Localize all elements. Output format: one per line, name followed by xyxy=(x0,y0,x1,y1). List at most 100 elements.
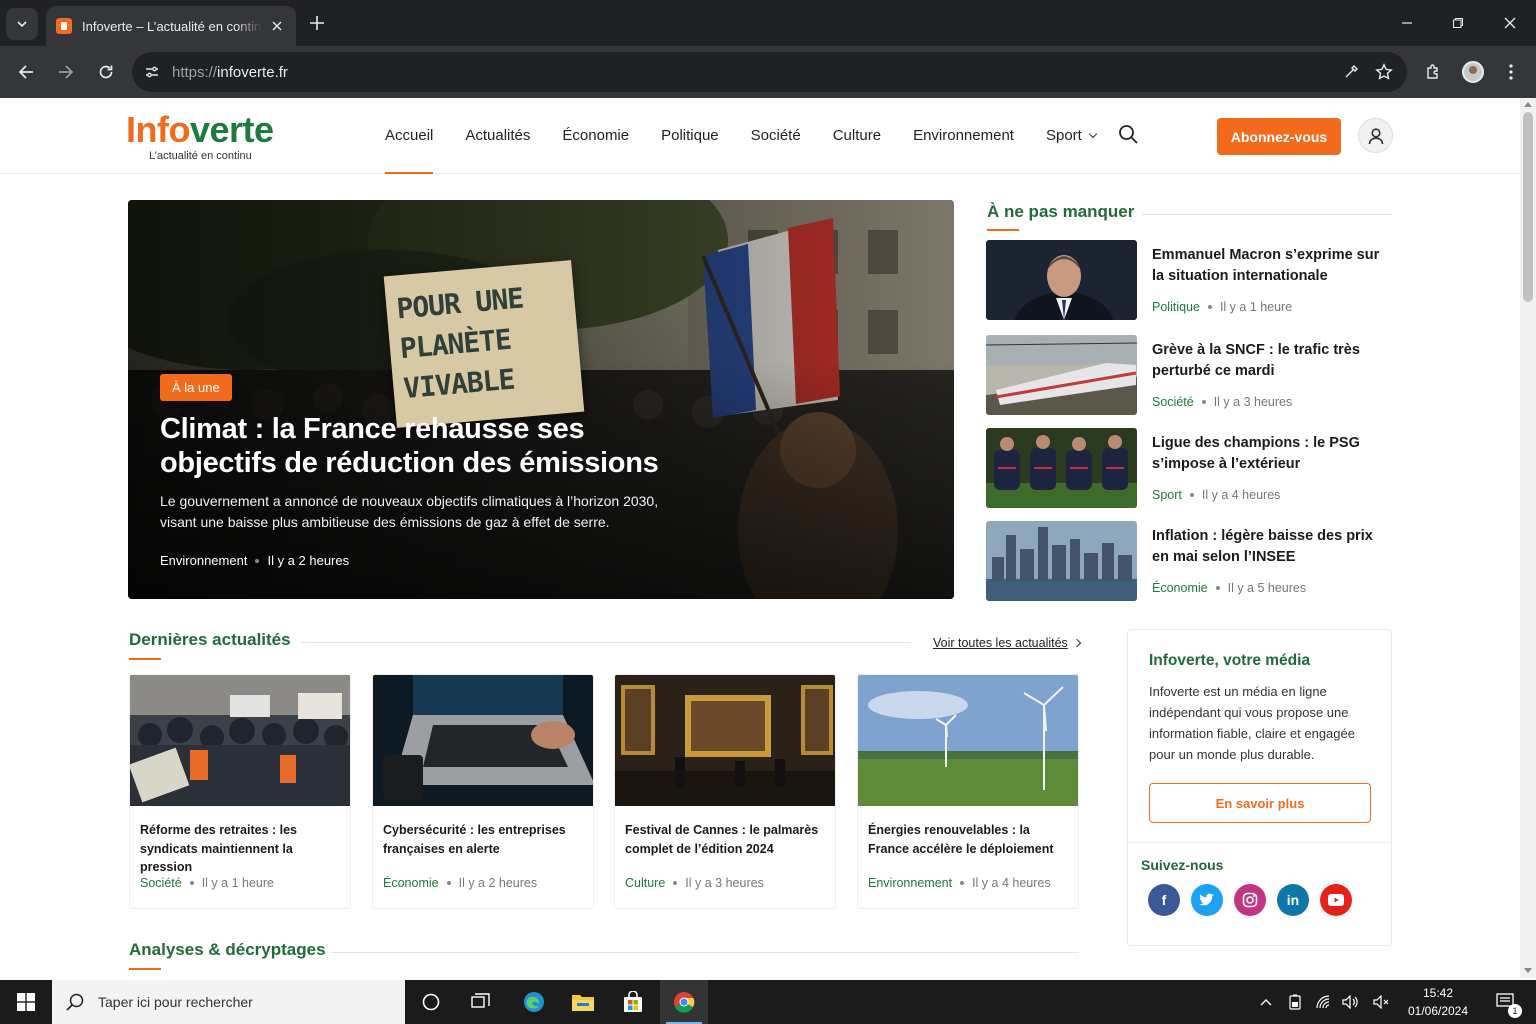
taskbar-search-placeholder: Taper ici pour rechercher xyxy=(98,994,253,1010)
linkedin-icon[interactable]: in xyxy=(1277,884,1309,916)
nav-accueil[interactable]: Accueil xyxy=(385,98,434,174)
about-title: Infoverte, votre média xyxy=(1149,652,1311,669)
must-read-category[interactable]: Économie xyxy=(1152,581,1208,595)
window-close-icon[interactable] xyxy=(1490,6,1530,40)
section-underline xyxy=(129,968,161,970)
must-read-title-text[interactable]: Grève à la SNCF : le trafic très perturb… xyxy=(1152,340,1388,382)
scrollbar-thumb[interactable] xyxy=(1523,112,1533,302)
tab-close-icon[interactable] xyxy=(268,17,286,35)
site-logo[interactable]: Infoverte L’actualité en continu xyxy=(126,109,274,163)
cortana-icon[interactable] xyxy=(407,980,455,1024)
news-card-category[interactable]: Société xyxy=(140,876,182,890)
must-read-item[interactable]: Ligue des champions : le PSG s’impose à … xyxy=(986,428,1392,510)
user-account-icon[interactable] xyxy=(1358,118,1393,153)
separator-dot xyxy=(673,881,678,885)
nav-actualites[interactable]: Actualités xyxy=(465,98,530,174)
news-card-title[interactable]: Festival de Cannes : le palmarès complet… xyxy=(625,821,830,858)
must-read-thumbnail xyxy=(986,428,1137,508)
browser-tab[interactable]: Infoverte – L’actualité en continu xyxy=(46,6,296,46)
news-card[interactable]: Cybersécurité : les entreprises français… xyxy=(372,674,594,909)
section-rule xyxy=(331,952,1079,953)
news-card-category[interactable]: Économie xyxy=(383,876,439,890)
facebook-icon[interactable]: f xyxy=(1148,884,1180,916)
must-read-category[interactable]: Politique xyxy=(1152,300,1200,314)
notification-center-icon[interactable]: 1 xyxy=(1486,980,1526,1024)
news-card-title[interactable]: Cybersécurité : les entreprises français… xyxy=(383,821,588,858)
new-tab-plus-icon[interactable] xyxy=(304,10,330,36)
search-icon[interactable] xyxy=(1118,124,1142,148)
task-view-icon[interactable] xyxy=(457,980,505,1024)
news-card-time: Il y a 3 heures xyxy=(685,876,764,890)
taskbar-search[interactable]: Taper ici pour rechercher xyxy=(52,980,405,1024)
site-header: Infoverte L’actualité en continu Accueil… xyxy=(0,98,1520,174)
see-all-label: Voir toutes les actualités xyxy=(933,636,1068,650)
must-read-category[interactable]: Sport xyxy=(1152,488,1182,502)
eyedropper-icon[interactable] xyxy=(1339,60,1363,84)
must-read-title-text[interactable]: Inflation : légère baisse des prix en ma… xyxy=(1152,526,1388,568)
windows-start-icon[interactable] xyxy=(0,980,52,1024)
taskbar-clock[interactable]: 15:42 01/06/2024 xyxy=(1400,984,1476,1020)
must-read-item[interactable]: Inflation : légère baisse des prix en ma… xyxy=(986,521,1392,603)
minimize-icon[interactable] xyxy=(1387,6,1427,40)
restore-icon[interactable] xyxy=(1438,6,1478,40)
wifi-icon[interactable] xyxy=(1312,980,1334,1024)
address-bar[interactable]: https://infoverte.fr xyxy=(132,52,1407,92)
reload-icon[interactable] xyxy=(90,56,122,88)
forward-arrow-icon[interactable] xyxy=(50,56,82,88)
must-read-title: À ne pas manquer xyxy=(987,202,1135,221)
hero-time: Il y a 2 heures xyxy=(267,553,350,568)
news-card[interactable]: Réforme des retraites : les syndicats ma… xyxy=(129,674,351,909)
browser-tabstrip: Infoverte – L’actualité en continu xyxy=(0,0,1536,46)
tray-chevron-up-icon[interactable] xyxy=(1256,980,1276,1024)
scroll-up-icon[interactable] xyxy=(1524,102,1532,107)
chevron-right-icon xyxy=(1072,638,1082,648)
edge-browser-icon[interactable] xyxy=(510,980,558,1024)
volume-icon[interactable] xyxy=(1340,980,1362,1024)
news-card-title[interactable]: Réforme des retraites : les syndicats ma… xyxy=(140,821,345,877)
news-card[interactable]: Festival de Cannes : le palmarès complet… xyxy=(614,674,836,909)
speaker-icon[interactable] xyxy=(1370,980,1392,1024)
news-card[interactable]: Énergies renouvelables : la France accél… xyxy=(857,674,1079,909)
site-settings-icon[interactable] xyxy=(144,64,160,80)
page-scrollbar[interactable] xyxy=(1520,98,1536,978)
nav-societe[interactable]: Société xyxy=(751,98,801,174)
chevron-down-icon xyxy=(1088,129,1098,139)
news-card-category[interactable]: Culture xyxy=(625,876,665,890)
browser-toolbar: https://infoverte.fr xyxy=(0,46,1536,98)
hero-category[interactable]: Environnement xyxy=(160,553,247,568)
nav-economie[interactable]: Économie xyxy=(562,98,629,174)
see-all-news-link[interactable]: Voir toutes les actualités xyxy=(933,636,1082,650)
file-explorer-icon[interactable] xyxy=(559,980,607,1024)
must-read-category[interactable]: Société xyxy=(1152,395,1194,409)
youtube-icon[interactable] xyxy=(1320,884,1352,916)
tab-search-button[interactable] xyxy=(6,8,38,40)
nav-culture[interactable]: Culture xyxy=(833,98,881,174)
microsoft-store-icon[interactable] xyxy=(609,980,657,1024)
chrome-icon[interactable] xyxy=(660,980,708,1024)
separator-dot xyxy=(1207,305,1212,309)
browser-menu-icon[interactable] xyxy=(1497,58,1525,86)
must-read-title-text[interactable]: Ligue des champions : le PSG s’impose à … xyxy=(1152,433,1388,475)
back-arrow-icon[interactable] xyxy=(10,56,42,88)
news-card-category[interactable]: Environnement xyxy=(868,876,952,890)
must-read-item[interactable]: Emmanuel Macron s’exprime sur la situati… xyxy=(986,240,1392,322)
nav-environnement[interactable]: Environnement xyxy=(913,98,1014,174)
hero-title[interactable]: Climat : la France rehausse ses objectif… xyxy=(160,412,680,480)
must-read-title-text[interactable]: Emmanuel Macron s’exprime sur la situati… xyxy=(1152,245,1388,287)
nav-politique[interactable]: Politique xyxy=(661,98,719,174)
extensions-icon[interactable] xyxy=(1420,58,1448,86)
profile-avatar-icon[interactable] xyxy=(1459,58,1487,86)
scroll-down-icon[interactable] xyxy=(1524,968,1532,973)
twitter-icon[interactable] xyxy=(1191,884,1223,916)
instagram-icon[interactable] xyxy=(1234,884,1266,916)
bookmark-star-icon[interactable] xyxy=(1372,60,1396,84)
learn-more-button[interactable]: En savoir plus xyxy=(1149,783,1371,823)
news-card-title[interactable]: Énergies renouvelables : la France accél… xyxy=(868,821,1073,858)
nav-sport-dropdown[interactable]: Sport xyxy=(1046,98,1098,174)
logo-part-green: verte xyxy=(189,109,274,150)
hero-article[interactable]: POUR UNE PLANÈTE VIVABLE À la une Climat… xyxy=(128,200,954,599)
battery-icon[interactable] xyxy=(1284,980,1306,1024)
separator-dot xyxy=(1215,586,1220,590)
must-read-item[interactable]: Grève à la SNCF : le trafic très perturb… xyxy=(986,335,1392,417)
subscribe-button[interactable]: Abonnez-vous xyxy=(1217,118,1341,155)
